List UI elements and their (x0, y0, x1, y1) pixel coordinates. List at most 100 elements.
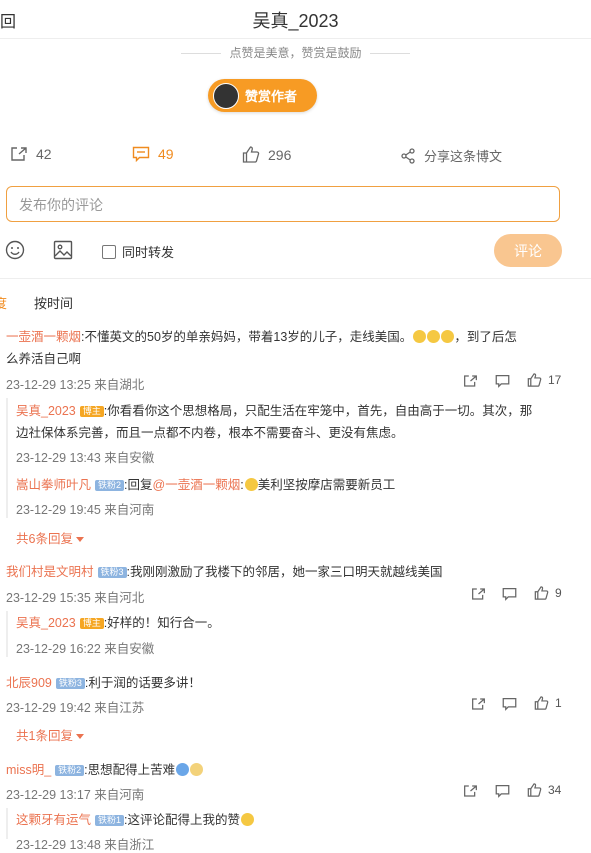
comment-body: 一壶酒一颗烟:不懂英文的50岁的单亲妈妈，带着13岁的儿子，走线美国。 ，到了后怎… (6, 326, 566, 370)
reply-body: 嵩山拳师叶凡 铁粉2:回复@一壶酒一颗烟: 美利坚按摩店需要新员工 (16, 474, 566, 496)
share-icon (401, 147, 415, 164)
fan-level-badge: 铁粉3 (55, 678, 85, 689)
comment-share-button[interactable] (463, 374, 478, 388)
comment-text: :我刚刚激励了我楼下的邻居，她一家三口明天就越线美国 (126, 565, 443, 579)
repost-icon (464, 785, 477, 797)
comment-reply-button[interactable] (495, 784, 510, 798)
more-replies-label: 共6条回复 (16, 532, 73, 546)
thumbs-up-icon (527, 783, 542, 797)
page-title: 吴真_2023 (252, 11, 339, 31)
thumbs-up-icon (534, 696, 549, 710)
comment-like-button[interactable]: 34 (527, 783, 561, 797)
comment-input[interactable]: 发布你的评论 (6, 186, 560, 222)
repost-count: 42 (36, 146, 52, 162)
comment-like-count: 9 (555, 586, 562, 600)
comment-button[interactable]: 49 (132, 146, 174, 162)
caret-down-icon (75, 734, 84, 739)
checkbox-box[interactable] (102, 244, 116, 259)
comment-reply-button[interactable] (502, 697, 517, 711)
repost-icon (472, 698, 485, 710)
fan-level-badge: 铁粉2 (55, 765, 85, 776)
reply-username[interactable]: 嵩山拳师叶凡 (16, 478, 91, 492)
comment-like-button[interactable]: 17 (527, 373, 561, 387)
shy-emoji-icon (244, 478, 258, 491)
reward-author-button[interactable]: 赞赏作者 (208, 79, 317, 112)
more-replies-link[interactable]: 共1条回复 (16, 725, 84, 744)
thumbs-up-icon (527, 373, 542, 387)
reply-meta: 23-12-29 13:43 来自安徽 (16, 451, 155, 465)
author-badge: 博主 (79, 406, 104, 417)
also-repost-checkbox[interactable]: 同时转发 (102, 242, 174, 261)
reply-text: :好样的！知行合一。 (103, 616, 220, 630)
comment-share-button[interactable] (463, 784, 478, 798)
comment-share-button[interactable] (471, 697, 486, 711)
comment-icon (502, 697, 517, 711)
reply-text-line2: 边社保体系完善，而且一点都不内卷，根本不需要奋斗、更没有焦虑。 (16, 426, 404, 440)
repost-icon (472, 588, 485, 600)
reply-thread-line (6, 808, 8, 839)
fan-level-badge: 铁粉3 (97, 567, 127, 578)
comment-text: :思想配得上苦难 (84, 763, 176, 777)
emoji-icon (176, 763, 190, 776)
reply-username[interactable]: 吴真_2023 (16, 404, 76, 418)
reply-username[interactable]: 这颗牙有运气 (16, 813, 91, 827)
comment-body: 北辰909 铁粉3:利于润的话要多讲！ (6, 672, 566, 694)
comment-like-button[interactable]: 9 (534, 586, 562, 600)
comment-text: :不懂英文的50岁的单亲妈妈，带着13岁的儿子，走线美国。 (81, 330, 413, 344)
comment-reply-button[interactable] (495, 374, 510, 388)
reply-username[interactable]: 吴真_2023 (16, 616, 76, 630)
comment-like-count: 34 (548, 783, 562, 797)
action-bar: 42 49 296 分享这条博文 (0, 140, 591, 170)
thumbs-up-icon (242, 146, 260, 163)
fan-level-badge: 铁粉1 (95, 815, 125, 826)
comment-like-button[interactable]: 1 (534, 696, 562, 710)
comment-icon (132, 146, 150, 162)
comment-username[interactable]: 一壶酒一颗烟 (6, 330, 81, 344)
comment-username[interactable]: miss明_ (6, 763, 51, 777)
emoji-icon (241, 813, 255, 826)
crying-emoji-icon (441, 330, 455, 343)
reply-meta: 23-12-29 19:45 来自河南 (16, 503, 155, 517)
submit-comment-button[interactable]: 评论 (494, 234, 562, 267)
comment-username[interactable]: 北辰909 (6, 676, 52, 690)
thumbs-up-icon (534, 586, 549, 600)
reply-text: :你看看你这个思想格局，只配生活在牢笼中，首先，自由高于一切。其次，那 (103, 404, 533, 418)
top-bar: 回 吴真_2023 (0, 0, 591, 39)
comment-icon (495, 374, 510, 388)
cat-emoji-icon (190, 763, 204, 776)
share-label: 分享这条博文 (424, 149, 503, 164)
comment-username[interactable]: 我们村是文明村 (6, 565, 94, 579)
share-button[interactable]: 分享这条博文 (400, 146, 502, 165)
more-replies-label: 共1条回复 (16, 729, 73, 743)
comment-reply-button[interactable] (502, 587, 517, 601)
fan-level-badge: 铁粉2 (95, 480, 125, 491)
caret-down-icon (75, 537, 84, 542)
author-badge: 博主 (79, 618, 104, 629)
divider (0, 278, 591, 279)
crying-emoji-icon (427, 330, 441, 343)
reply-body: 吴真_2023 博主:好样的！知行合一。 (16, 612, 566, 634)
reply-meta: 23-12-29 13:48 来自浙江 (16, 838, 155, 852)
repost-icon (464, 375, 477, 387)
more-replies-link[interactable]: 共6条回复 (16, 528, 84, 547)
comment-body: miss明_ 铁粉2:思想配得上苦难 (6, 759, 566, 781)
comment-meta: 23-12-29 19:42 来自江苏 (6, 701, 145, 715)
reply-text-tail: 美利坚按摩店需要新员工 (257, 478, 396, 492)
emoji-icon[interactable] (5, 240, 25, 260)
comment-share-button[interactable] (471, 587, 486, 601)
comment-count: 49 (158, 146, 174, 162)
reward-label: 赞赏作者 (245, 89, 298, 104)
reply-thread-line (6, 611, 8, 657)
image-icon[interactable] (53, 240, 73, 260)
comment-like-count: 17 (548, 373, 562, 387)
also-repost-label: 同时转发 (122, 245, 175, 260)
divider-left (181, 53, 222, 55)
tab-by-time[interactable]: 按时间 (34, 293, 73, 312)
reply-text: : (240, 478, 244, 492)
mention-link[interactable]: @一壶酒一颗烟 (153, 478, 241, 492)
reward-slogan: 点赞是美意，赞赏是鼓励 (0, 44, 591, 61)
repost-button[interactable]: 42 (10, 146, 52, 162)
tab-hot[interactable]: 度 (0, 293, 7, 312)
comment-text-tail: ，到了后怎 (454, 330, 517, 344)
like-button[interactable]: 296 (242, 146, 291, 163)
